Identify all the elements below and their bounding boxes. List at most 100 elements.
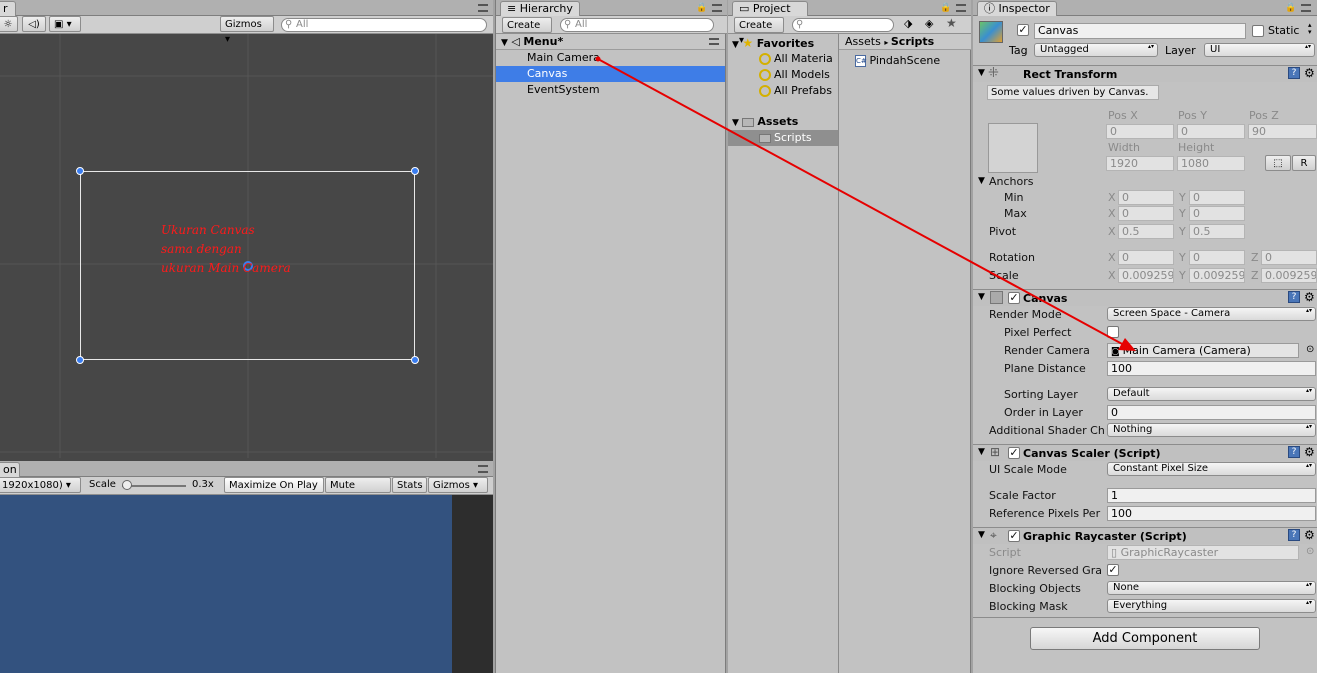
scene-search-input[interactable]: ⚲ All — [281, 18, 487, 32]
lock-icon[interactable]: 🔒 — [1285, 3, 1296, 13]
breadcrumb-scripts[interactable]: Scripts — [891, 35, 934, 48]
object-name-field[interactable]: Canvas — [1034, 23, 1246, 39]
canvas-component-header[interactable]: ▼ ✓ Canvas ? ⚙ — [973, 289, 1317, 306]
lock-icon[interactable]: 🔒 — [696, 3, 707, 13]
layer-dropdown[interactable]: UI — [1204, 43, 1315, 57]
sun-icon[interactable]: ☼ — [0, 16, 18, 32]
blocking-mask-dropdown[interactable]: Everything — [1107, 599, 1316, 613]
render-mode-dropdown[interactable]: Screen Space - Camera — [1107, 307, 1316, 321]
panel-menu-icon[interactable] — [478, 4, 488, 12]
anchors-label: Anchors — [989, 175, 1034, 188]
component-enabled-checkbox[interactable]: ✓ — [1008, 292, 1020, 304]
hierarchy-item-canvas[interactable]: Canvas — [496, 66, 725, 82]
image-effects-icon[interactable]: ▣ ▾ — [49, 16, 81, 32]
help-book-icon[interactable]: ? — [1288, 67, 1300, 79]
ignore-reversed-checkbox[interactable]: ✓ — [1107, 564, 1119, 576]
foldout-arrow-icon[interactable]: ▼ — [978, 447, 985, 457]
reference-pixels-field[interactable]: 100 — [1107, 506, 1316, 521]
tab-game[interactable]: on — [0, 462, 20, 477]
static-dropdown-icon[interactable]: ▴ ▾ — [1308, 22, 1312, 36]
handle-bottom-right[interactable] — [411, 356, 419, 364]
project-search-input[interactable]: ⚲ — [792, 18, 894, 32]
star-icon[interactable]: ★ — [946, 16, 957, 30]
raw-edit-button[interactable]: R — [1292, 155, 1316, 171]
plane-distance-field[interactable]: 100 — [1107, 361, 1316, 376]
scale-slider-thumb[interactable] — [122, 480, 132, 490]
label-tag-icon[interactable]: ◈ — [925, 17, 933, 30]
hierarchy-search-input[interactable]: ⚲ All — [560, 18, 714, 32]
foldout-arrow-icon[interactable]: ▼ — [978, 68, 985, 78]
tab-scene[interactable]: r — [0, 1, 16, 16]
handle-top-right[interactable] — [411, 167, 419, 175]
tag-dropdown[interactable]: Untagged — [1034, 43, 1158, 57]
active-checkbox[interactable]: ✓ — [1017, 24, 1029, 36]
render-camera-field[interactable]: ◙ Main Camera (Camera) — [1107, 343, 1299, 358]
gear-icon[interactable]: ⚙ — [1304, 290, 1315, 304]
foldout-arrow-icon[interactable]: ▼ — [978, 292, 985, 302]
add-component-button[interactable]: Add Component — [1030, 627, 1260, 650]
pixel-perfect-checkbox[interactable] — [1107, 326, 1119, 338]
tab-inspector[interactable]: ⓘ Inspector — [977, 1, 1057, 16]
foldout-arrow-icon[interactable]: ▼ — [732, 118, 739, 128]
favorites-header[interactable]: ▼ ★ Favorites — [732, 35, 814, 51]
handle-bottom-left[interactable] — [76, 356, 84, 364]
panel-menu-icon[interactable] — [712, 4, 722, 12]
game-gizmos-dropdown[interactable]: Gizmos ▾ — [428, 477, 488, 493]
tab-project[interactable]: ▭ Project — [732, 1, 808, 16]
favorite-item[interactable]: All Materia — [759, 51, 833, 67]
foldout-arrow-icon[interactable]: ▼ — [978, 176, 985, 186]
filter-type-icon[interactable]: ⬗ — [904, 17, 912, 30]
graphic-raycaster-header[interactable]: ▼ ⌖ ✓ Graphic Raycaster (Script) ? ⚙ — [973, 527, 1317, 544]
help-book-icon[interactable]: ? — [1288, 291, 1300, 303]
favorite-item[interactable]: All Models — [759, 67, 830, 83]
canvas-scaler-header[interactable]: ▼ ⊞ ✓ Canvas Scaler (Script) ? ⚙ — [973, 444, 1317, 461]
mute-audio-toggle[interactable]: Mute Audio — [325, 477, 391, 506]
panel-menu-icon[interactable] — [956, 4, 966, 12]
component-enabled-checkbox[interactable]: ✓ — [1008, 447, 1020, 459]
help-book-icon[interactable]: ? — [1288, 446, 1300, 458]
file-item[interactable]: C# PindahScene — [855, 53, 940, 69]
hierarchy-item-eventsystem[interactable]: EventSystem — [496, 82, 725, 98]
breadcrumb-assets[interactable]: Assets — [845, 35, 881, 48]
foldout-arrow-icon[interactable]: ▼ — [732, 40, 739, 50]
scene-header[interactable]: ▼ ◁ Menu* — [496, 34, 725, 50]
scene-menu-icon[interactable] — [709, 38, 719, 45]
asset-folder-scripts[interactable]: Scripts — [728, 130, 838, 146]
stats-toggle[interactable]: Stats — [392, 477, 427, 493]
additional-shader-dropdown[interactable]: Nothing — [1107, 423, 1316, 437]
lock-icon[interactable]: 🔒 — [940, 3, 951, 13]
handle-top-left[interactable] — [76, 167, 84, 175]
foldout-arrow-icon[interactable]: ▼ — [978, 530, 985, 540]
sorting-layer-dropdown[interactable]: Default — [1107, 387, 1316, 401]
game-viewport — [0, 495, 452, 673]
script-field: ▯ GraphicRaycaster — [1107, 545, 1299, 560]
object-picker-icon[interactable]: ⊙ — [1306, 344, 1314, 355]
foldout-arrow-icon[interactable]: ▼ — [501, 38, 508, 48]
resolution-dropdown[interactable]: 1920x1080) ▾ — [0, 477, 81, 493]
gear-icon[interactable]: ⚙ — [1304, 445, 1315, 459]
scale-factor-field[interactable]: 1 — [1107, 488, 1316, 503]
hierarchy-create-button[interactable]: Create ▾ — [502, 17, 552, 46]
maximize-on-play-toggle[interactable]: Maximize On Play — [224, 477, 324, 493]
hierarchy-item-main-camera[interactable]: Main Camera — [496, 50, 725, 66]
order-in-layer-field[interactable]: 0 — [1107, 405, 1316, 420]
component-enabled-checkbox[interactable]: ✓ — [1008, 530, 1020, 542]
ui-scale-mode-dropdown[interactable]: Constant Pixel Size — [1107, 462, 1316, 476]
panel-menu-icon[interactable] — [1301, 4, 1311, 12]
project-create-button[interactable]: Create ▾ — [734, 17, 784, 46]
static-checkbox[interactable] — [1252, 25, 1264, 37]
help-book-icon[interactable]: ? — [1288, 529, 1300, 541]
panel-menu-icon[interactable] — [478, 465, 488, 473]
audio-icon[interactable]: ◁) — [22, 16, 46, 32]
assets-header[interactable]: ▼ Assets — [732, 114, 798, 130]
canvas-component-icon — [990, 291, 1003, 304]
anchor-preset-button[interactable] — [988, 123, 1038, 173]
gizmos-dropdown[interactable]: Gizmos ▾ — [220, 16, 274, 45]
blocking-objects-dropdown[interactable]: None — [1107, 581, 1316, 595]
favorite-item[interactable]: All Prefabs — [759, 83, 832, 99]
blueprint-mode-button[interactable]: ⬚ — [1265, 155, 1291, 171]
gear-icon[interactable]: ⚙ — [1304, 66, 1315, 80]
rect-transform-header[interactable]: ▼ ⁜ Rect Transform ? ⚙ — [973, 65, 1317, 82]
tab-hierarchy[interactable]: ≡ Hierarchy — [500, 1, 580, 16]
gear-icon[interactable]: ⚙ — [1304, 528, 1315, 542]
